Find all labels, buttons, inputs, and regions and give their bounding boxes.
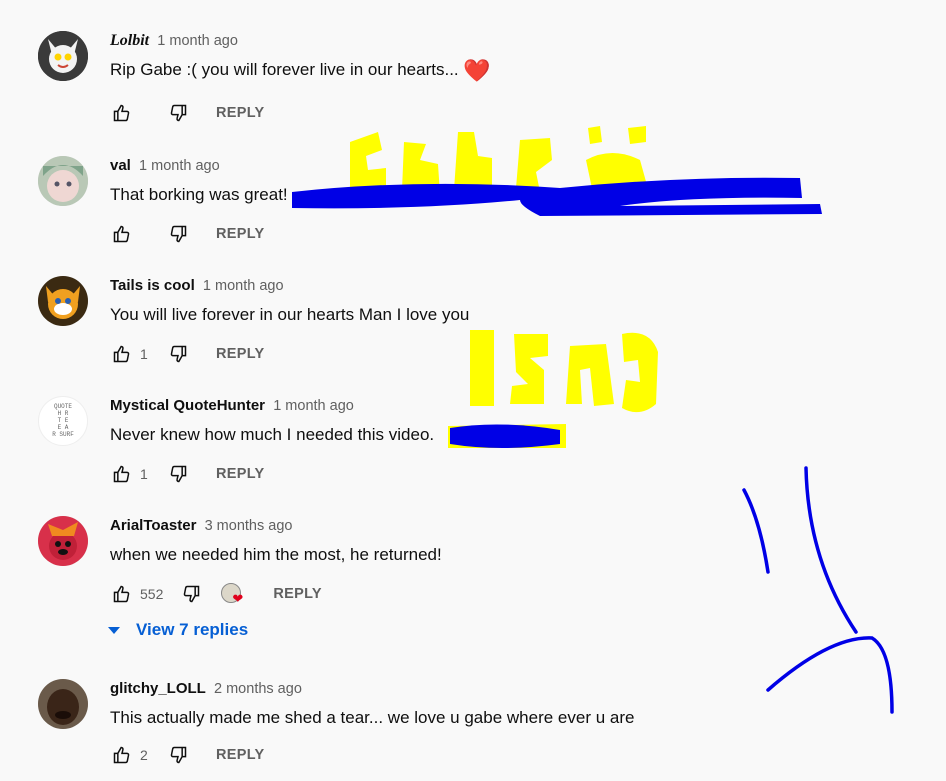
comment-actions: 1 REPLY bbox=[110, 340, 265, 368]
thumbs-down-icon bbox=[184, 585, 200, 603]
comment-actions: REPLY bbox=[110, 99, 265, 127]
comment-author[interactable]: glitchy_LOLL bbox=[110, 680, 206, 697]
avatar-image bbox=[38, 31, 88, 81]
comment-text: Rip Gabe :( you will forever live in our… bbox=[110, 58, 491, 83]
like-count: 552 bbox=[140, 586, 164, 602]
thumbs-down-icon bbox=[170, 746, 187, 764]
reply-button[interactable]: REPLY bbox=[216, 226, 265, 242]
blue-frown-drawing bbox=[742, 466, 894, 714]
like-button[interactable] bbox=[110, 743, 134, 767]
avatar-image bbox=[38, 679, 88, 729]
avatar[interactable] bbox=[38, 156, 88, 206]
comment-timestamp[interactable]: 1 month ago bbox=[139, 158, 220, 174]
dislike-button[interactable] bbox=[166, 462, 190, 486]
avatar[interactable] bbox=[38, 679, 88, 729]
comment-author[interactable]: ArialToaster bbox=[110, 517, 196, 534]
dislike-button[interactable] bbox=[179, 582, 203, 606]
view-replies-button[interactable]: View 7 replies bbox=[108, 620, 248, 640]
avatar-image bbox=[38, 276, 88, 326]
comment-author[interactable]: val bbox=[110, 157, 131, 174]
like-count: 1 bbox=[140, 466, 148, 482]
reply-button[interactable]: REPLY bbox=[216, 747, 265, 763]
comment-timestamp[interactable]: 1 month ago bbox=[157, 33, 238, 49]
avatar-quote-text: QUOTE H R T E E A R SURF bbox=[52, 403, 74, 438]
thumbs-up-icon bbox=[113, 104, 130, 122]
comment-text: when we needed him the most, he returned… bbox=[110, 545, 442, 564]
like-button[interactable] bbox=[110, 582, 134, 606]
like-count: 2 bbox=[140, 747, 148, 763]
comment-text: That borking was great! bbox=[110, 185, 288, 204]
comment-text: Never knew how much I needed this video. bbox=[110, 425, 435, 444]
comment-author[interactable]: Lolbit bbox=[110, 32, 149, 49]
avatar-image bbox=[38, 156, 88, 206]
thumbs-up-icon bbox=[113, 225, 130, 243]
comment-actions: 2 REPLY bbox=[110, 741, 265, 769]
thumbs-down-icon bbox=[170, 345, 187, 363]
avatar[interactable] bbox=[38, 31, 88, 81]
thumbs-up-icon bbox=[113, 585, 130, 603]
avatar[interactable] bbox=[38, 276, 88, 326]
avatar[interactable]: QUOTE H R T E E A R SURF bbox=[38, 396, 88, 446]
like-button[interactable] bbox=[110, 342, 134, 366]
view-replies-label: View 7 replies bbox=[136, 620, 249, 639]
thumbs-up-icon bbox=[113, 746, 130, 764]
thumbs-down-icon bbox=[170, 104, 187, 122]
like-button[interactable] bbox=[110, 462, 134, 486]
reply-button[interactable]: REPLY bbox=[216, 105, 265, 121]
comment-actions: 552 ❤ REPLY bbox=[110, 580, 322, 608]
avatar-image bbox=[38, 516, 88, 566]
comment-actions: REPLY bbox=[110, 220, 265, 248]
comment-timestamp[interactable]: 1 month ago bbox=[203, 278, 284, 294]
dislike-button[interactable] bbox=[166, 101, 190, 125]
heart-emoji: ❤️ bbox=[463, 58, 491, 83]
dislike-button[interactable] bbox=[166, 222, 190, 246]
like-count: 1 bbox=[140, 346, 148, 362]
comment-author[interactable]: Tails is cool bbox=[110, 277, 195, 294]
reply-button[interactable]: REPLY bbox=[273, 586, 322, 602]
thumbs-up-icon bbox=[113, 465, 130, 483]
dislike-button[interactable] bbox=[166, 342, 190, 366]
thumbs-down-icon bbox=[170, 225, 187, 243]
thumbs-up-icon bbox=[113, 345, 130, 363]
like-button[interactable] bbox=[110, 222, 134, 246]
comment-timestamp[interactable]: 2 months ago bbox=[214, 681, 302, 697]
caret-down-icon bbox=[108, 626, 120, 634]
like-button[interactable] bbox=[110, 101, 134, 125]
reply-button[interactable]: REPLY bbox=[216, 466, 265, 482]
comment-timestamp[interactable]: 3 months ago bbox=[205, 518, 293, 534]
thumbs-down-icon bbox=[170, 465, 187, 483]
comment-author[interactable]: Mystical QuoteHunter bbox=[110, 397, 265, 414]
avatar[interactable] bbox=[38, 516, 88, 566]
creator-heart-badge: ❤ bbox=[221, 583, 243, 605]
heart-icon: ❤ bbox=[232, 591, 244, 606]
comment-text: This actually made me shed a tear... we … bbox=[110, 708, 635, 727]
comment-actions: 1 REPLY bbox=[110, 460, 265, 488]
reply-button[interactable]: REPLY bbox=[216, 346, 265, 362]
comment-timestamp[interactable]: 1 month ago bbox=[273, 398, 354, 414]
comment-text: You will live forever in our hearts Man … bbox=[110, 305, 470, 324]
dislike-button[interactable] bbox=[166, 743, 190, 767]
